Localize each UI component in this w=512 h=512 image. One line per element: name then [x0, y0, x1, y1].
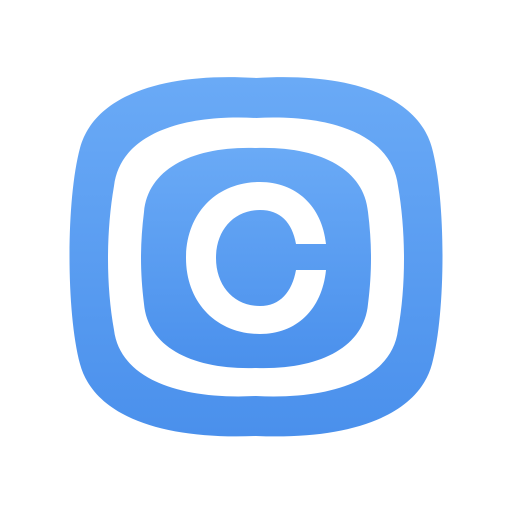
copyright-icon: [69, 77, 443, 437]
app-icon-canvas: [0, 0, 512, 512]
inner-disc-shape: [141, 147, 371, 369]
